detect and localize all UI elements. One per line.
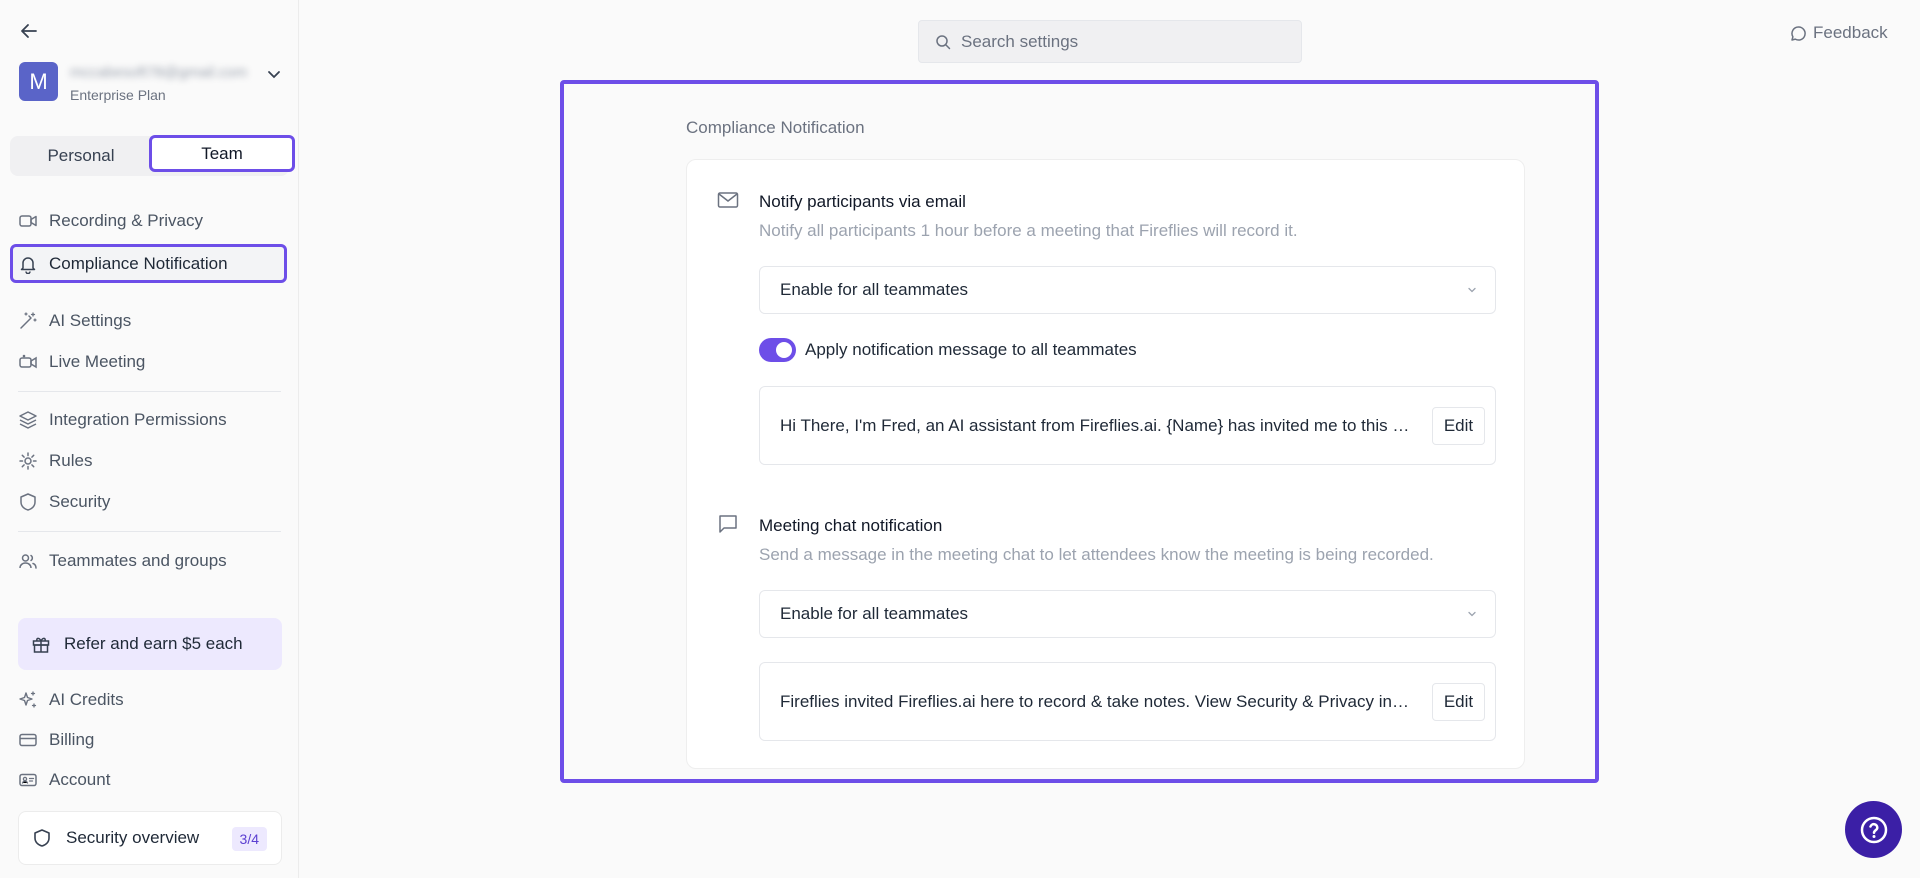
search-input[interactable] (961, 31, 1281, 52)
sidebar-item-label: Security (49, 492, 111, 511)
chevron-down-icon (1468, 287, 1476, 293)
mail-icon (717, 192, 739, 208)
scope-toggle: Personal Team (10, 135, 295, 176)
sidebar-item-recording-privacy[interactable]: Recording & Privacy (10, 203, 287, 239)
magic-wand-icon (18, 311, 38, 331)
sidebar-item-label: Billing (49, 730, 95, 749)
chat-message-text: Fireflies invited Fireflies.ai here to r… (780, 692, 1410, 711)
sidebar-item-label: Rules (49, 451, 93, 470)
feedback-button[interactable]: Feedback (1790, 23, 1888, 43)
sidebar-item-label: Recording & Privacy (49, 211, 204, 230)
sidebar-item-account[interactable]: Account (10, 762, 287, 798)
chat-notify-select-value: Enable for all teammates (780, 604, 969, 623)
sidebar-item-integration-permissions[interactable]: Integration Permissions (10, 402, 287, 438)
edit-chat-message-button[interactable]: Edit (1432, 683, 1485, 721)
refer-label: Refer and earn $5 each (64, 634, 243, 653)
edit-email-message-button[interactable]: Edit (1432, 407, 1485, 445)
sparkle-icon (18, 690, 38, 710)
account-plan: Enterprise Plan (70, 87, 166, 103)
tab-personal[interactable]: Personal (14, 139, 148, 173)
sidebar: M mccabesoft78@gmail.com Enterprise Plan… (0, 0, 299, 878)
sidebar-divider (18, 531, 281, 532)
live-video-icon (18, 352, 38, 372)
id-card-icon (18, 770, 38, 790)
arrow-left-icon (21, 24, 37, 38)
search-icon (936, 34, 951, 49)
gear-icon (18, 451, 38, 471)
sidebar-item-ai-settings[interactable]: AI Settings (10, 303, 287, 339)
sidebar-item-billing[interactable]: Billing (10, 722, 287, 758)
avatar: M (19, 62, 58, 101)
sidebar-item-label: Compliance Notification (49, 253, 228, 273)
users-icon (18, 551, 38, 571)
help-button[interactable] (1845, 801, 1902, 858)
chat-message-preview: Fireflies invited Fireflies.ai here to r… (759, 662, 1496, 741)
shield-icon (32, 828, 52, 848)
chevron-down-icon (268, 71, 280, 79)
email-notify-title: Notify participants via email (759, 192, 966, 211)
sidebar-item-ai-credits[interactable]: AI Credits (10, 682, 287, 718)
sidebar-item-label: Integration Permissions (49, 410, 227, 429)
feedback-label: Feedback (1813, 23, 1888, 42)
refer-earn-button[interactable]: Refer and earn $5 each (18, 618, 282, 670)
apply-message-toggle[interactable] (759, 338, 796, 362)
sidebar-item-teammates-groups[interactable]: Teammates and groups (10, 543, 287, 579)
chat-notify-description: Send a message in the meeting chat to le… (759, 545, 1434, 564)
security-overview-button[interactable]: Security overview 3/4 (18, 811, 282, 865)
email-message-preview: Hi There, I'm Fred, an AI assistant from… (759, 386, 1496, 465)
gift-icon (31, 634, 51, 654)
sidebar-item-compliance-notification[interactable]: Compliance Notification (10, 244, 287, 283)
sidebar-divider (18, 391, 281, 392)
layers-icon (18, 410, 38, 430)
shield-icon (18, 492, 38, 512)
question-circle-icon (1860, 816, 1887, 843)
tab-team[interactable]: Team (149, 135, 295, 172)
page-title: Compliance Notification (686, 118, 865, 137)
sidebar-item-security[interactable]: Security (10, 484, 287, 520)
credit-card-icon (18, 730, 38, 750)
email-notify-description: Notify all participants 1 hour before a … (759, 221, 1298, 240)
email-notify-select-value: Enable for all teammates (780, 280, 969, 299)
search-box (918, 20, 1302, 63)
email-notify-select[interactable]: Enable for all teammates (759, 266, 1496, 314)
sidebar-item-label: Account (49, 770, 111, 789)
status-badge: 3/4 (231, 827, 267, 851)
sidebar-item-label: AI Settings (49, 311, 132, 330)
sidebar-item-label: Live Meeting (49, 352, 146, 371)
chat-bubble-icon (1790, 25, 1807, 42)
security-overview-label: Security overview (66, 828, 200, 847)
back-button[interactable] (16, 18, 42, 44)
chevron-down-icon (1468, 611, 1476, 617)
apply-message-label: Apply notification message to all teamma… (805, 340, 1137, 359)
chat-notify-title: Meeting chat notification (759, 516, 943, 535)
message-square-icon (719, 515, 737, 533)
account-email: mccabesoft78@gmail.com (70, 64, 247, 80)
sidebar-item-rules[interactable]: Rules (10, 443, 287, 479)
video-icon (18, 211, 38, 231)
sidebar-item-label: AI Credits (49, 690, 124, 709)
bell-icon (18, 254, 38, 274)
email-message-text: Hi There, I'm Fred, an AI assistant from… (780, 416, 1410, 435)
account-switcher[interactable]: M mccabesoft78@gmail.com Enterprise Plan (19, 62, 282, 108)
sidebar-item-label: Teammates and groups (49, 551, 227, 570)
sidebar-item-live-meeting[interactable]: Live Meeting (10, 344, 287, 380)
chat-notify-select[interactable]: Enable for all teammates (759, 590, 1496, 638)
